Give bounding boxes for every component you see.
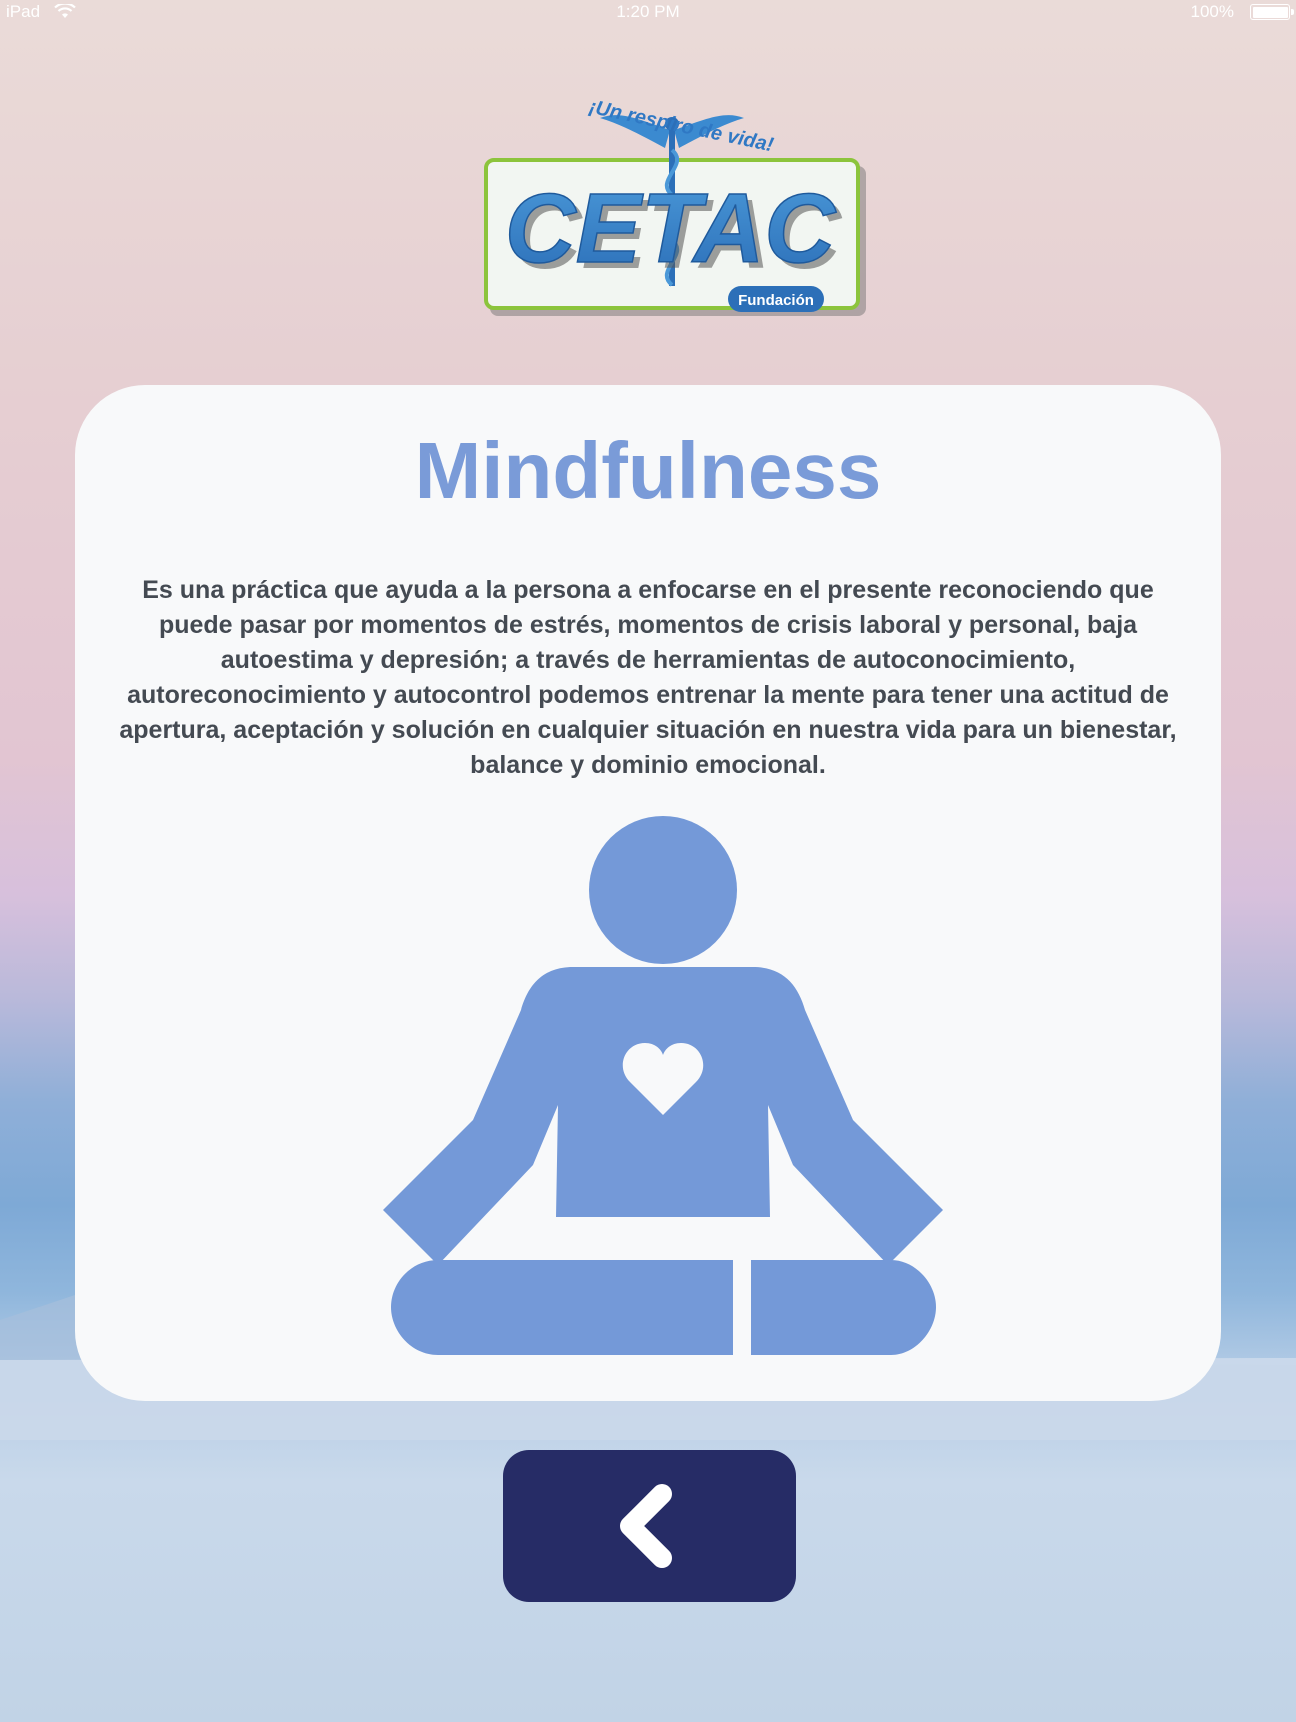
logo-name: CETAC (505, 173, 836, 283)
mindfulness-card: Mindfulness Es una práctica que ayuda a … (75, 385, 1221, 1401)
chevron-left-icon (620, 1484, 672, 1568)
back-button[interactable] (503, 1450, 796, 1602)
logo-subtitle: Fundación (738, 292, 814, 309)
battery-icon (1250, 4, 1294, 20)
meditation-icon (383, 816, 943, 1355)
description-text: Es una práctica que ayuda a la persona a… (119, 576, 1177, 779)
status-bar: iPad 1:20 PM 100% (0, 0, 1296, 26)
cetac-logo: ¡Un respiro de vida! CETAC CETAC Fundaci… (484, 96, 866, 316)
battery-percentage: 100% (1190, 2, 1234, 21)
page-title: Mindfulness (414, 426, 882, 515)
status-time: 1:20 PM (616, 2, 680, 21)
logo-tagline: ¡Un respiro de vida! (587, 96, 776, 157)
